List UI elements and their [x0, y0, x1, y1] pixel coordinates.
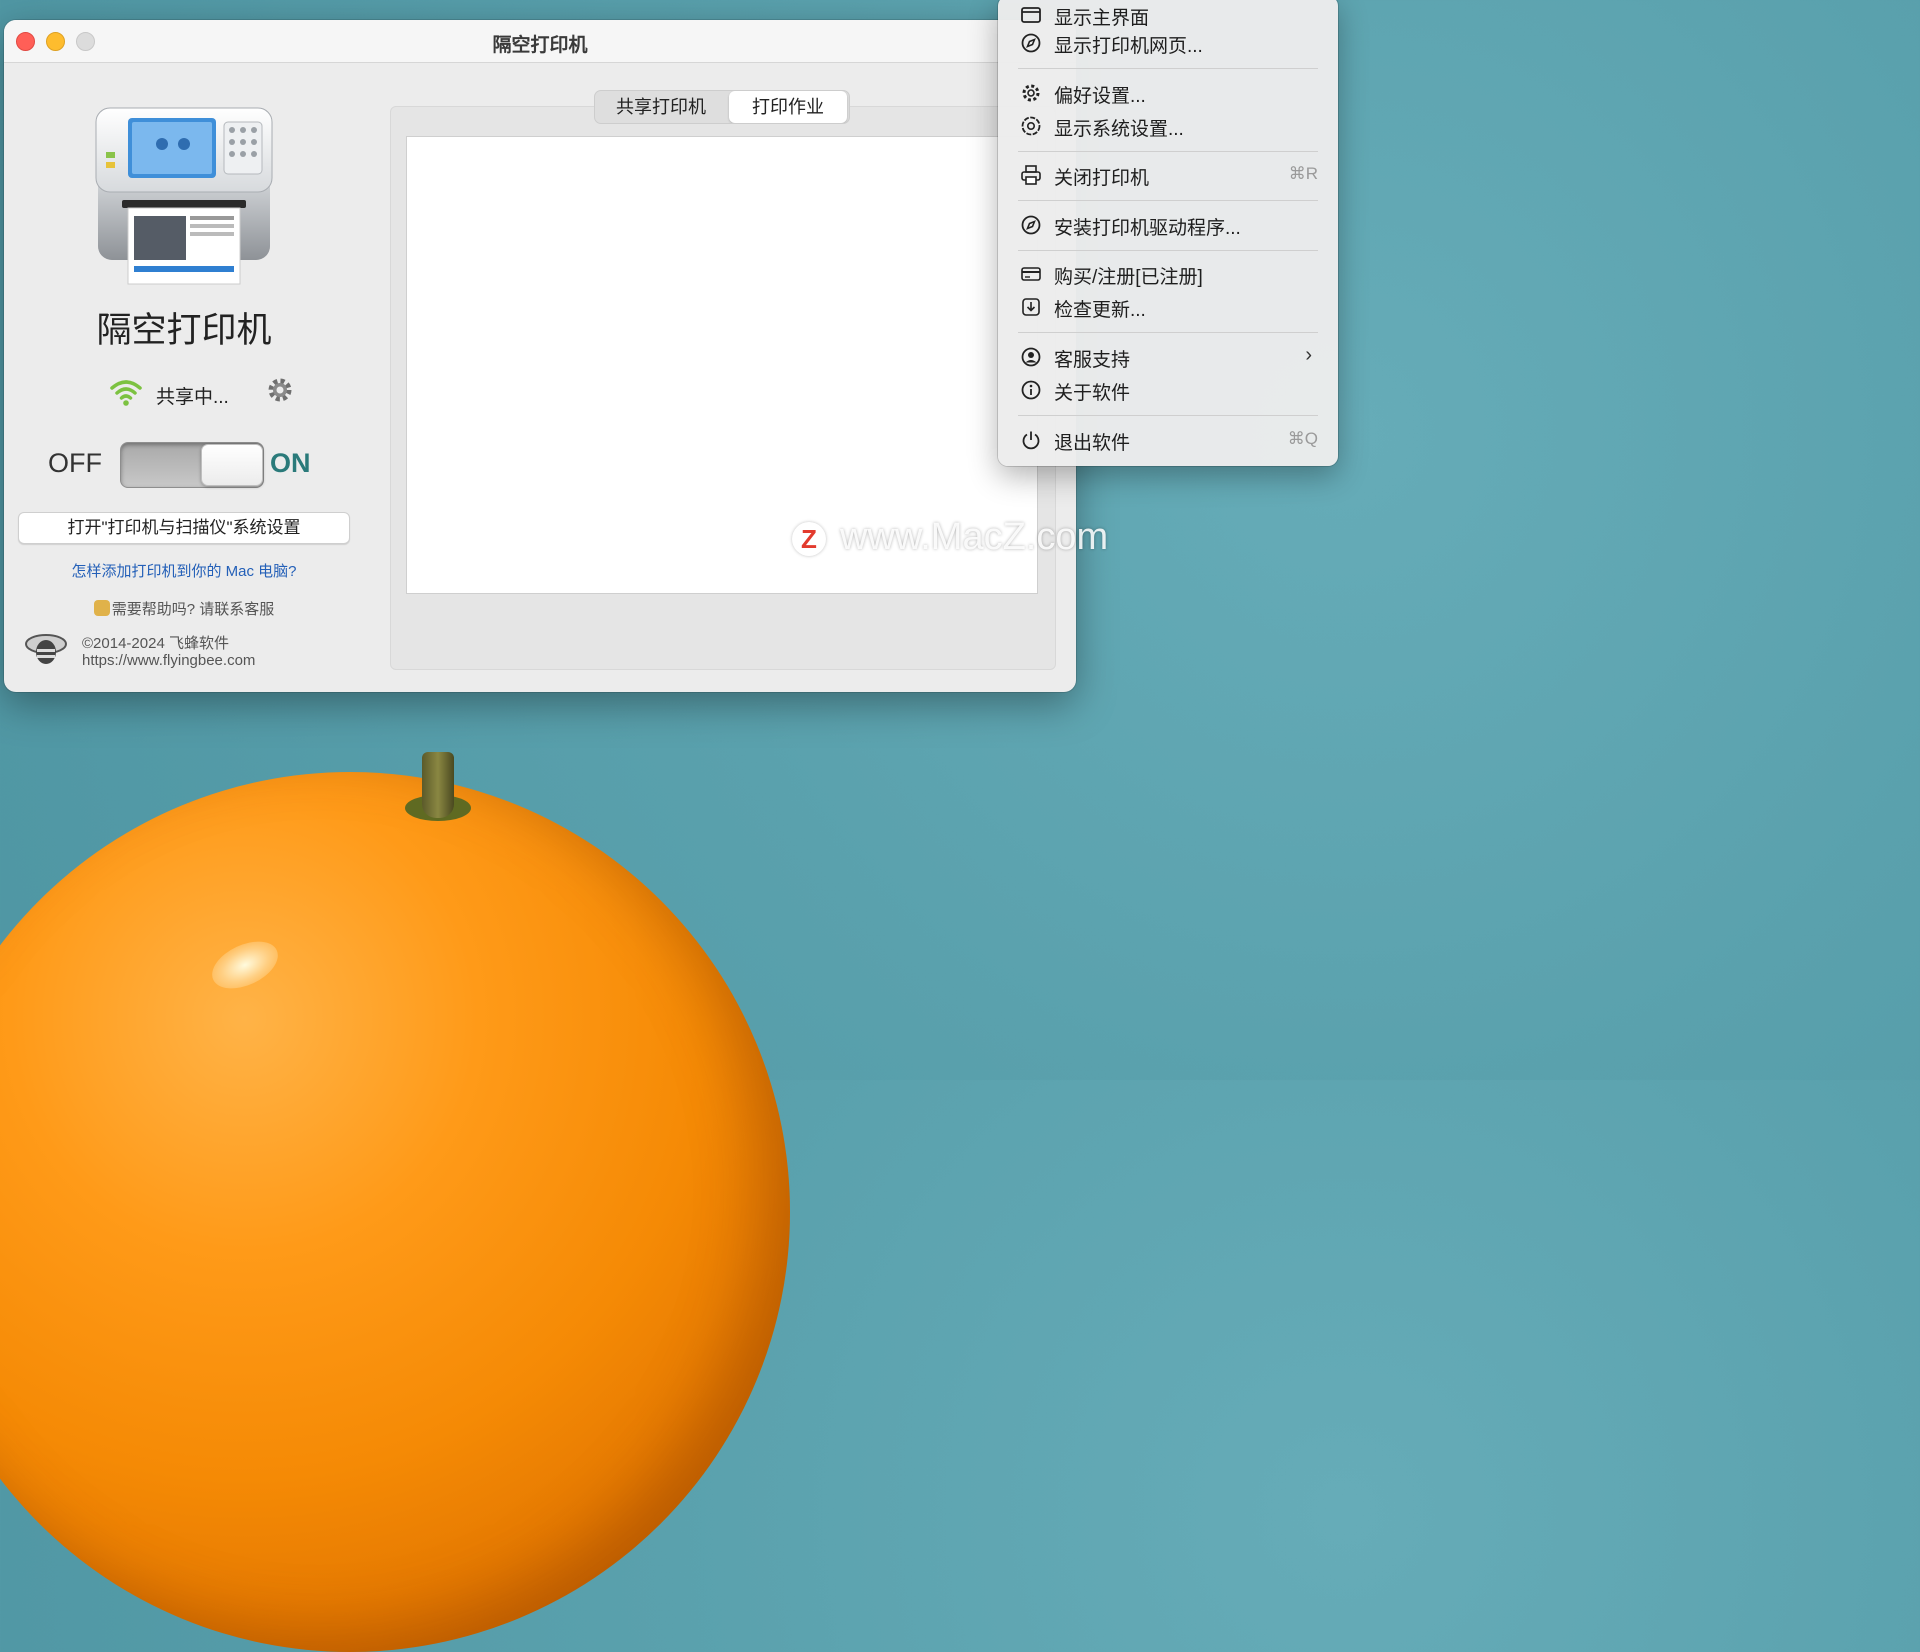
watermark-logo: Z	[792, 522, 826, 556]
menu-item-shortcut: ⌘R	[1288, 164, 1318, 183]
menu-item-label: 关闭打印机	[1054, 168, 1150, 189]
menu-item-label: 显示打印机网页...	[1054, 36, 1203, 57]
menu-item-close-printer[interactable]: 关闭打印机 ⌘R	[998, 160, 1338, 190]
menu-item-show-main[interactable]: 显示主界面	[998, 0, 1338, 30]
printer-app-icon	[95, 107, 273, 285]
window-title: 隔空打印机	[492, 35, 588, 56]
wifi-icon	[110, 380, 142, 406]
power-icon	[1022, 431, 1040, 450]
app-name: 隔空打印机	[96, 311, 272, 350]
menu-item-check-updates[interactable]: 检查更新...	[998, 292, 1338, 322]
download-icon	[1022, 298, 1040, 316]
settings-badge-icon	[1021, 116, 1041, 136]
flyingbee-logo-icon	[25, 634, 67, 664]
sharing-toggle-knob[interactable]	[201, 444, 263, 486]
menu-separator	[1018, 200, 1318, 201]
tab-shared-printer[interactable]: 共享打印机	[595, 91, 727, 123]
info-icon	[1021, 380, 1041, 400]
menu-item-label: 客服支持	[1054, 350, 1131, 371]
website-url[interactable]: https://www.flyingbee.com	[82, 652, 255, 669]
menu-separator	[1018, 332, 1318, 333]
menu-item-label: 显示主界面	[1054, 8, 1150, 29]
tab-print-jobs[interactable]: 打印作业	[729, 91, 847, 123]
menu-separator	[1018, 250, 1318, 251]
compass-icon	[1021, 33, 1041, 53]
main-window: 隔空打印机 隔空打印机 共享中... OFF ON 打开"打印机与扫描仪"系统设…	[4, 20, 1076, 692]
menu-item-label: 偏好设置...	[1054, 86, 1146, 107]
gear-icon	[1022, 84, 1040, 102]
menu-item-shortcut: ⌘Q	[1287, 429, 1318, 448]
wallpaper-orange-stem	[422, 752, 454, 818]
menu-separator	[1018, 68, 1318, 69]
printer-icon	[1021, 165, 1041, 185]
menu-item-printer-webpage[interactable]: 显示打印机网页...	[998, 28, 1338, 58]
toggle-off-label: OFF	[48, 448, 102, 478]
menu-item-label: 显示系统设置...	[1054, 119, 1184, 140]
wallpaper-orange	[0, 772, 790, 1652]
menu-item-label: 检查更新...	[1054, 300, 1146, 321]
title-bar: 隔空打印机	[4, 20, 1076, 63]
watermark-text: www.MacZ.com	[840, 516, 1109, 558]
open-printers-settings-button[interactable]: 打开"打印机与扫描仪"系统设置	[18, 512, 350, 544]
chevron-right-icon: ›	[1305, 344, 1312, 366]
status-menu: 显示主界面 显示打印机网页... 偏好设置... 显示系统设置... 关闭打印机…	[998, 0, 1338, 466]
menu-item-customer-support[interactable]: 客服支持 ›	[998, 342, 1338, 372]
menu-item-label: 退出软件	[1054, 433, 1131, 454]
tab-switcher: 共享打印机 打印作业	[594, 90, 850, 124]
help-hand-icon	[93, 600, 110, 616]
toggle-on-label: ON	[270, 448, 311, 478]
menu-separator	[1018, 415, 1318, 416]
menu-item-label: 购买/注册[已注册]	[1054, 267, 1203, 288]
sharing-status-text: 共享中...	[156, 387, 229, 408]
window-icon	[1021, 7, 1041, 23]
gear-icon[interactable]	[266, 376, 294, 404]
menu-item-preferences[interactable]: 偏好设置...	[998, 78, 1338, 108]
sharing-toggle[interactable]	[120, 442, 264, 488]
compass-icon	[1021, 215, 1041, 235]
menu-item-system-settings[interactable]: 显示系统设置...	[998, 111, 1338, 141]
howto-add-printer-link[interactable]: 怎样添加打印机到你的 Mac 电脑?	[4, 560, 364, 581]
copyright-text: ©2014-2024 飞蜂软件	[82, 635, 229, 652]
menu-item-quit[interactable]: 退出软件 ⌘Q	[998, 425, 1338, 455]
person-circle-icon	[1021, 347, 1041, 367]
menu-item-label: 安装打印机驱动程序...	[1054, 218, 1241, 239]
menu-separator	[1018, 151, 1318, 152]
credit-card-icon	[1021, 267, 1041, 281]
menu-item-purchase-register[interactable]: 购买/注册[已注册]	[998, 259, 1338, 289]
menu-item-about[interactable]: 关于软件	[998, 375, 1338, 405]
help-contact-row[interactable]: 需要帮助吗? 请联系客服	[4, 598, 364, 619]
menu-item-label: 关于软件	[1054, 383, 1131, 404]
menu-item-install-driver[interactable]: 安装打印机驱动程序...	[998, 210, 1338, 240]
help-contact-text[interactable]: 需要帮助吗? 请联系客服	[112, 601, 275, 618]
